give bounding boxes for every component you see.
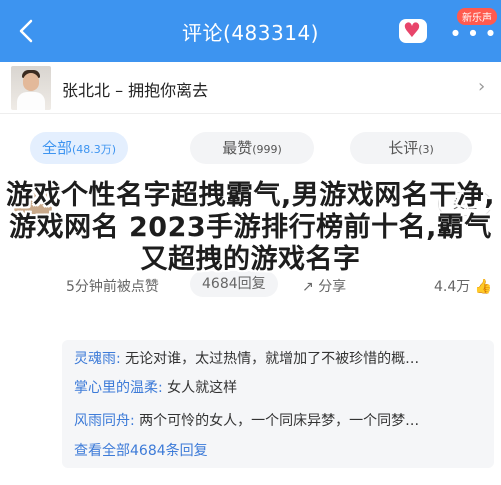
song-title: 张北北 – 拥抱你离去 [62,81,209,100]
overlay-title: 游戏个性名字超拽霸气,男游戏网名干净,游戏网名 2023手游排行榜前十名,霸气又… [5,180,495,275]
song-info-bar[interactable]: 张北北 – 拥抱你离去 › [0,62,501,114]
more-menu-icon[interactable]: ● ● ● [452,28,498,37]
reply-item[interactable]: 风雨同舟: 两个可怜的女人，一个同床异梦，一个同梦… [74,410,419,430]
reply-item[interactable]: 掌心里的温柔: 女人就这样 [74,377,237,397]
like-button[interactable]: 4.4万 👍 [434,276,492,296]
reply-username[interactable]: 掌心里的温柔: [74,380,163,396]
tab-top[interactable]: 最赞(999) [190,132,314,164]
artist-avatar [11,66,51,110]
tab-long[interactable]: 长评(3) [350,132,472,164]
tab-all[interactable]: 全部(48.3万) [30,132,128,164]
view-all-replies-link[interactable]: 查看全部4684条回复 [74,440,208,460]
favorite-heart-icon[interactable]: ♥ [399,18,427,43]
reply-text: 无论对谁，太过热情，就增加了不被珍惜的概… [125,351,420,367]
comment-tabs: 全部(48.3万) 最赞(999) 长评(3) [0,128,501,172]
reply-username[interactable]: 灵魂雨: [74,351,121,367]
new-badge: 新乐声 [457,8,497,25]
top-bar: 评论(483314) ♥ 新乐声 ● ● ● [0,0,501,62]
reply-text: 两个可怜的女人，一个同床异梦，一个同梦… [139,413,420,429]
comment-time: 5分钟前被点赞 [66,279,159,295]
reply-item[interactable]: 灵魂雨: 无论对谁，太过热情，就增加了不被珍惜的概… [74,348,419,368]
replies-preview: 灵魂雨: 无论对谁，太过热情，就增加了不被珍惜的概… 掌心里的温柔: 女人就这样… [62,340,494,468]
reply-text: 女人就这样 [167,380,238,396]
share-button[interactable]: ↗ 分享 [302,276,346,296]
chevron-right-icon[interactable]: › [478,76,485,97]
reply-username[interactable]: 风雨同舟: [74,413,135,429]
